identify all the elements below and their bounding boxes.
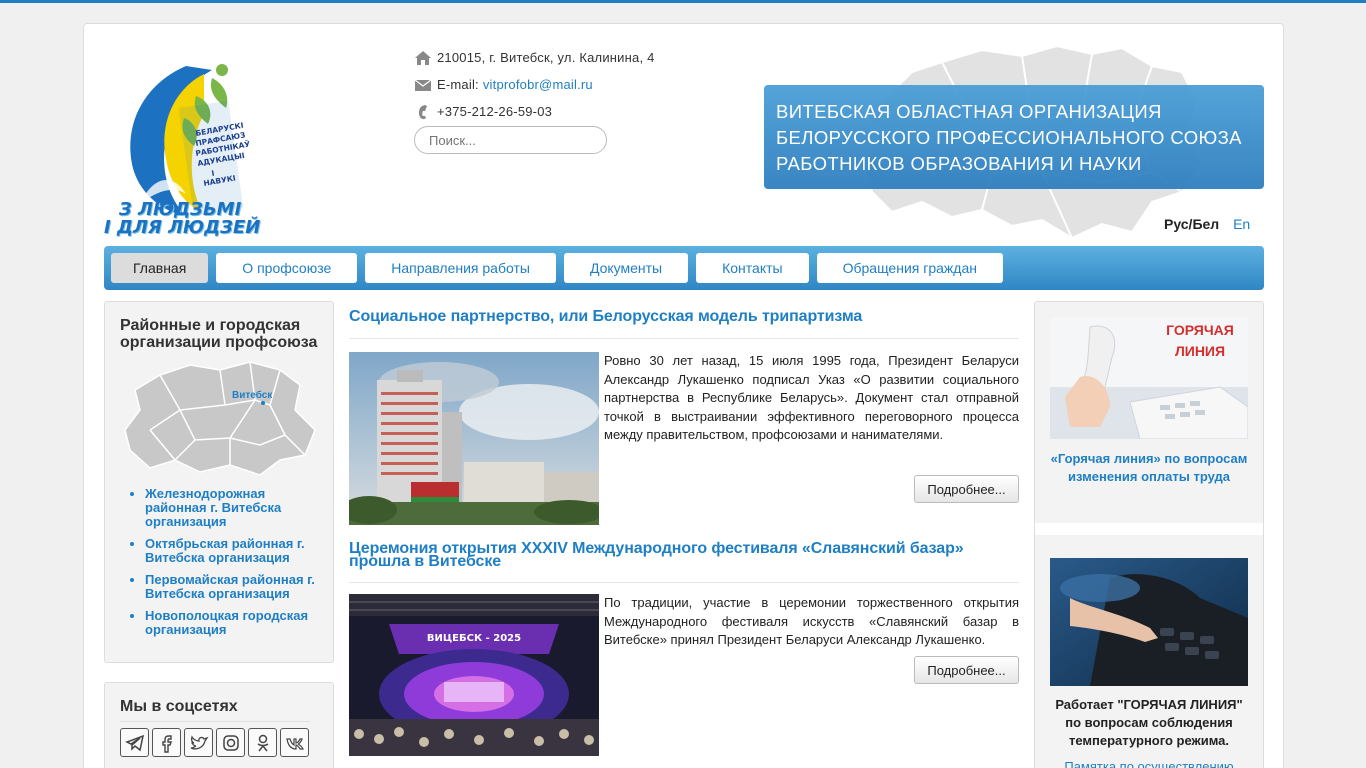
hotline-temperature-caption[interactable]: Работает "ГОРЯЧАЯ ЛИНИЯ" по вопросам соб…	[1050, 696, 1248, 750]
list-item[interactable]: Первомайская районная г. Витебска органи…	[145, 573, 325, 601]
lang-ru-bel[interactable]: Рус/Бел	[1164, 216, 1219, 232]
logo-slogan-line2: І ДЛЯ ЛЮДЗЕЙ	[104, 217, 261, 238]
hotline-banner-temperature[interactable]	[1050, 558, 1248, 686]
top-accent-bar	[0, 0, 1366, 3]
article-excerpt: Ровно 30 лет назад, 15 июля 1995 года, П…	[604, 353, 1019, 442]
nav-item-appeals[interactable]: Обращения граждан	[816, 253, 1003, 283]
district-links-list: Железнодорожная районная г. Витебска орг…	[145, 487, 325, 645]
divider	[349, 582, 1019, 583]
address-row: 210015, г. Витебск, ул. Калинина, 4	[414, 44, 734, 71]
article-excerpt: По традиции, участие в церемонии торжест…	[604, 595, 1019, 647]
phone-icon	[418, 104, 427, 119]
right-sidebar: ГОРЯЧАЯ ЛИНИЯ «Горячая линия» по вопроса…	[1034, 301, 1264, 768]
page-container: БЕЛАРУСКІ ПРАФСАЮЗ РАБОТНІКАЎ АДУКАЦЫІ І…	[83, 23, 1284, 768]
nav-item-contacts[interactable]: Контакты	[696, 253, 809, 283]
read-more-button[interactable]: Подробнее...	[914, 656, 1019, 684]
social-networks-title: Мы в соцсетях	[120, 698, 310, 722]
lang-en[interactable]: En	[1233, 216, 1250, 232]
article-image-hotel[interactable]	[349, 352, 599, 525]
social-networks-box: Мы в соцсетях	[104, 682, 334, 768]
list-item[interactable]: Железнодорожная районная г. Витебска орг…	[145, 487, 325, 529]
email-link[interactable]: vitprofobr@mail.ru	[483, 77, 593, 92]
facebook-icon[interactable]	[152, 728, 181, 757]
district-organizations-title: Районные и городская организации профсою…	[120, 317, 318, 351]
nav-item-about[interactable]: О профсоюзе	[216, 253, 358, 283]
vitebsk-region-map[interactable]: Витебск	[120, 360, 320, 478]
news-article: Церемония открытия XXXIV Международного …	[349, 541, 1019, 756]
nav-item-directions[interactable]: Направления работы	[365, 253, 556, 283]
district-organizations-box: Районные и городская организации профсою…	[104, 301, 334, 663]
hotline-wages-link[interactable]: «Горячая линия» по вопросам изменения оп…	[1050, 450, 1248, 486]
site-logo[interactable]: БЕЛАРУСКІ ПРАФСАЮЗ РАБОТНІКАЎ АДУКАЦЫІ І…	[104, 44, 269, 244]
banner-line-2: Белорусского профессионального союза	[776, 127, 1242, 148]
main-navigation: Главная О профсоюзе Направления работы Д…	[104, 246, 1264, 290]
phone-text: +375-212-26-59-03	[437, 104, 553, 119]
home-icon	[415, 50, 431, 65]
banner-line-3: работников образования и науки	[776, 153, 1142, 174]
read-more-button[interactable]: Подробнее...	[914, 475, 1019, 503]
hotline-banner-wages[interactable]: ГОРЯЧАЯ ЛИНИЯ	[1050, 317, 1248, 439]
list-item[interactable]: Новополоцкая городская организация	[145, 609, 325, 637]
hotline-label-line1: ГОРЯЧАЯ	[1166, 322, 1234, 338]
article-title[interactable]: Церемония открытия XXXIV Международного …	[349, 541, 1019, 570]
nav-item-home[interactable]: Главная	[111, 253, 209, 283]
article-title[interactable]: Социальное партнерство, или Белорусская …	[349, 309, 1019, 325]
organization-title-banner: Витебская областная организация Белорусс…	[764, 85, 1264, 189]
envelope-icon	[414, 79, 432, 91]
divider	[1035, 523, 1263, 535]
list-item[interactable]: Октябрьская районная г. Витебска организ…	[145, 537, 325, 565]
search-input[interactable]	[414, 126, 607, 154]
contact-block: 210015, г. Витебск, ул. Калинина, 4 E-ma…	[414, 44, 734, 125]
hotline-label-line2: ЛИНИЯ	[1175, 343, 1225, 359]
instagram-icon[interactable]	[216, 728, 245, 757]
address-text: 210015, г. Витебск, ул. Калинина, 4	[437, 50, 655, 65]
odnoklassniki-icon[interactable]	[248, 728, 277, 757]
twitter-icon[interactable]	[184, 728, 213, 757]
language-switcher: Рус/Бел En	[1164, 216, 1250, 232]
news-article: Социальное партнерство, или Белорусская …	[349, 309, 1019, 525]
email-label: E-mail:	[437, 77, 479, 92]
social-icons-row	[120, 728, 333, 757]
memo-link[interactable]: Памятка по осуществлению	[1050, 759, 1248, 768]
email-row: E-mail: vitprofobr@mail.ru	[414, 71, 734, 98]
banner-line-1: Витебская областная организация	[776, 101, 1162, 122]
article-image-festival[interactable]: ВИЦЕБСК - 2025	[349, 594, 599, 756]
divider	[349, 338, 1019, 339]
telegram-icon[interactable]	[120, 728, 149, 757]
festival-stage-sign: ВИЦЕБСК - 2025	[427, 633, 521, 644]
map-label-vitebsk: Витебск	[232, 389, 273, 401]
vk-icon[interactable]	[280, 728, 309, 757]
phone-row: +375-212-26-59-03	[414, 98, 734, 125]
nav-item-documents[interactable]: Документы	[563, 253, 689, 283]
